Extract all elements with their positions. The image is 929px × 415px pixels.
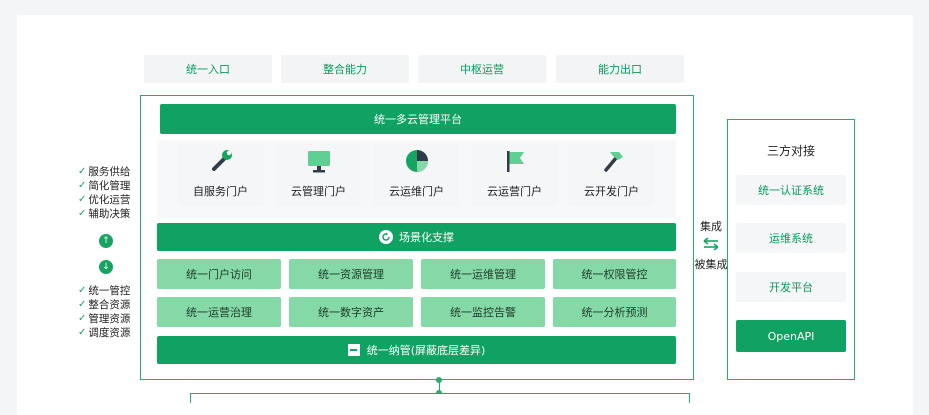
check-icon: ✓	[78, 327, 87, 338]
portal-cloud-operate: 云运营门户	[472, 144, 557, 206]
grid-cell: 统一分析预测	[553, 297, 676, 327]
grid-cell: 统一运维管理	[421, 259, 545, 289]
check-icon: ✓	[78, 208, 87, 219]
cap-exit: 能力出口	[556, 55, 684, 83]
arrow-down-icon: ↓	[99, 260, 113, 274]
portal-label: 云运营门户	[487, 185, 542, 198]
portal-cloud-ops: 云运维门户	[374, 144, 459, 206]
third-party-item: 开发平台	[736, 272, 846, 302]
benefit-item: 管理资源	[88, 313, 131, 325]
third-party-title: 三方对接	[766, 144, 815, 158]
portal-self-service: 自服务门户	[178, 144, 263, 206]
pie-chart-icon	[402, 146, 432, 176]
scene-support-label: 场景化支撑	[399, 231, 454, 244]
check-icon: ✓	[78, 180, 87, 191]
unified-management-bar: 统一纳管(屏蔽底层差异)	[157, 336, 676, 364]
grid-cell: 统一监控告警	[421, 297, 545, 327]
cap-unified-entry: 统一入口	[144, 55, 272, 83]
minus-icon	[347, 344, 360, 356]
grid-cell: 统一运营治理	[157, 297, 281, 327]
connector-dot	[436, 377, 442, 383]
portal-label: 云管理门户	[291, 185, 346, 198]
arrow-up-icon: ↑	[99, 234, 113, 248]
wrench-icon	[206, 146, 236, 176]
grid-cell: 统一门户访问	[157, 259, 281, 289]
monitor-icon	[304, 146, 334, 176]
swap-arrows-icon	[702, 236, 720, 252]
benefit-item: 调度资源	[88, 327, 131, 339]
portal-label: 自服务门户	[193, 185, 248, 198]
third-party-item: 统一认证系统	[736, 175, 846, 205]
check-icon: ✓	[78, 313, 87, 324]
benefit-item: 优化运营	[88, 194, 131, 206]
portal-cloud-dev: 云开发门户	[569, 144, 654, 206]
benefit-item: 整合资源	[88, 299, 131, 311]
integrate-label: 集成	[700, 220, 722, 233]
hammer-icon	[597, 146, 627, 176]
check-icon: ✓	[78, 166, 87, 177]
check-icon: ✓	[78, 194, 87, 205]
portal-cloud-manage: 云管理门户	[276, 144, 361, 206]
grid-cell: 统一资源管理	[289, 259, 413, 289]
check-icon: ✓	[78, 285, 87, 296]
left-benefits-top: ✓ 服务供给 ✓ 简化管理 ✓ 优化运营 ✓ 辅助决策	[78, 165, 140, 221]
refresh-icon	[379, 230, 393, 244]
portal-label: 云开发门户	[584, 185, 639, 198]
benefit-item: 统一管控	[88, 285, 131, 297]
benefit-item: 辅助决策	[88, 208, 131, 220]
integrated-label: 被集成	[694, 258, 728, 271]
unified-management-label: 统一纳管(屏蔽底层差异)	[366, 344, 486, 357]
grid-cell: 统一权限管控	[553, 259, 676, 289]
grid-cell: 统一数字资产	[289, 297, 413, 327]
scene-support-bar: 场景化支撑	[157, 223, 676, 251]
cap-integration: 整合能力	[281, 55, 409, 83]
third-party-item-openapi: OpenAPI	[736, 320, 846, 352]
cap-hub-ops: 中枢运营	[418, 55, 546, 83]
platform-title: 统一多云管理平台	[160, 104, 676, 134]
left-benefits-bottom: ✓ 统一管控 ✓ 整合资源 ✓ 管理资源 ✓ 调度资源	[78, 284, 140, 340]
check-icon: ✓	[78, 299, 87, 310]
benefit-item: 简化管理	[88, 180, 131, 192]
lower-layer-box	[190, 393, 690, 403]
portal-label: 云运维门户	[389, 185, 444, 198]
flag-icon	[500, 146, 530, 176]
benefit-item: 服务供给	[88, 166, 131, 178]
third-party-item: 运维系统	[736, 223, 846, 253]
